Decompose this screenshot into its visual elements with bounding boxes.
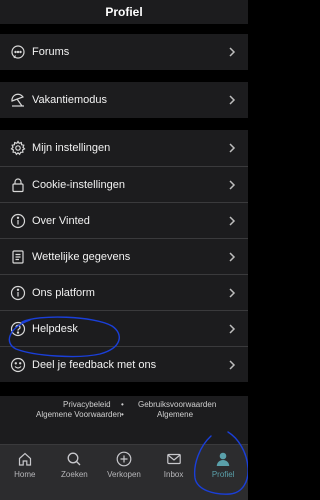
menu-item-cookie-instellingen[interactable]: Cookie-instellingen [0,166,248,202]
menu-item-ons-platform[interactable]: Ons platform [0,274,248,310]
menu-item-label: Forums [32,46,70,58]
menu-group-vacation: Vakantiemodus [0,82,248,118]
tab-home[interactable]: Home [0,445,50,485]
chevron-right-icon [225,45,239,59]
chevron-right-icon [225,214,239,228]
menu-item-label: Helpdesk [32,322,78,335]
chevron-right-icon [225,178,239,192]
chevron-right-icon [225,250,239,264]
menu-item-vakantiemodus[interactable]: Vakantiemodus [0,82,248,118]
bottom-tab-bar: Home Zoeken Verkopen Inbox Profiel [0,444,248,500]
tab-label: Zoeken [61,470,88,479]
lock-icon [10,177,26,193]
chevron-right-icon [225,141,239,155]
chevron-right-icon [225,322,239,336]
footer-separator: • [121,400,124,409]
menu-item-label: Vakantiemodus [32,94,108,106]
menu-item-helpdesk[interactable]: Helpdesk [0,310,248,346]
legal-footer: Privacybeleid • Gebruiksvoorwaarden Alge… [0,396,248,444]
terms-of-use-link[interactable]: Gebruiksvoorwaarden [138,400,216,409]
menu-group-settings: Mijn instellingen Cookie-instellingen Ov… [0,130,248,382]
menu-item-over-vinted[interactable]: Over Vinted [0,202,248,238]
info-icon [10,213,26,229]
document-icon [10,249,26,265]
footer-separator: • [121,410,124,419]
menu-item-mijn-instellingen[interactable]: Mijn instellingen [0,130,248,166]
tab-profiel[interactable]: Profiel [198,445,248,485]
tab-label: Inbox [163,470,184,479]
tab-label: Profiel [211,470,235,479]
tab-zoeken[interactable]: Zoeken [50,445,100,485]
info-icon [10,285,26,301]
smiley-icon [10,357,26,373]
search-icon [66,451,82,467]
menu-item-label: Over Vinted [32,214,90,227]
plus-circle-icon [116,451,132,467]
tab-verkopen[interactable]: Verkopen [99,445,149,485]
general-link[interactable]: Algemene [157,410,193,419]
menu-item-forums[interactable]: Forums [0,34,248,70]
person-icon [215,451,231,467]
menu-item-label: Mijn instellingen [32,142,111,154]
chevron-right-icon [225,286,239,300]
menu-item-wettelijke-gegevens[interactable]: Wettelijke gegevens [0,238,248,274]
chat-bubble-icon [10,44,26,60]
menu-item-label: Wettelijke gegevens [32,250,131,263]
vacation-mode-icon [10,92,26,108]
page-title: Profiel [105,5,143,19]
privacy-policy-link[interactable]: Privacybeleid [63,400,111,409]
chevron-right-icon [225,358,239,372]
home-icon [17,451,33,467]
menu-item-label: Ons platform [32,286,95,299]
tab-inbox[interactable]: Inbox [149,445,199,485]
tab-label: Verkopen [107,470,141,479]
tab-label: Home [14,470,36,479]
help-icon [10,321,26,337]
top-bar: Profiel [0,0,248,24]
general-conditions-link[interactable]: Algemene Voorwaarden [36,410,121,419]
chevron-right-icon [225,93,239,107]
menu-item-feedback[interactable]: Deel je feedback met ons [0,346,248,382]
envelope-icon [166,451,182,467]
gear-icon [10,140,26,156]
menu-item-label: Deel je feedback met ons [32,358,157,371]
menu-group-forums: Forums [0,34,248,70]
menu-item-label: Cookie-instellingen [32,178,125,191]
